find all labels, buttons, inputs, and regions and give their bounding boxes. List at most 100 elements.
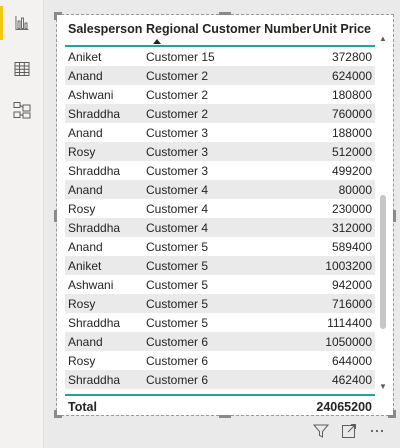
resize-handle[interactable] [393, 410, 396, 418]
cell-unit-price: 462400 [331, 373, 372, 387]
cell-salesperson: Aniket [68, 50, 102, 64]
cell-salesperson: Shraddha [68, 316, 121, 330]
resize-handle[interactable] [393, 210, 396, 222]
visual-options-bar [300, 420, 400, 442]
data-view-button[interactable] [0, 50, 44, 88]
cell-customer-number: Customer 5 [146, 297, 209, 311]
table-row: Ashwani Customer 2 180800 [65, 85, 375, 104]
cell-salesperson: Anand [68, 126, 103, 140]
cell-customer-number: Customer 15 [146, 50, 215, 64]
total-label: Total [68, 400, 97, 414]
cell-unit-price: 589400 [331, 240, 372, 254]
cell-unit-price: 180800 [331, 88, 372, 102]
scroll-down-icon[interactable]: ▼ [379, 383, 387, 391]
table-visual[interactable]: Salesperson Regional Customer Number Uni… [54, 12, 396, 418]
report-view-icon [15, 16, 29, 30]
table-row: Rosy Customer 6 644000 [65, 351, 375, 370]
cell-salesperson: Aniket [68, 259, 102, 273]
table-body: Aniket Customer 15 372800 Anand Customer 2 62… [65, 47, 375, 389]
filter-icon[interactable] [312, 420, 330, 442]
column-header-unit-price[interactable]: Unit Price [313, 22, 371, 36]
cell-customer-number: Customer 2 [146, 88, 209, 102]
resize-handle[interactable] [54, 210, 57, 222]
cell-customer-number: Customer 6 [146, 335, 209, 349]
cell-salesperson: Rosy [68, 202, 96, 216]
cell-customer-number: Customer 4 [146, 202, 209, 216]
more-options-icon[interactable] [368, 420, 386, 442]
column-header-regional-customer-number[interactable]: Regional Customer Number [146, 22, 311, 36]
cell-unit-price: 188000 [331, 126, 372, 140]
table-row: Shraddha Customer 4 312000 [65, 218, 375, 237]
table-row: Aniket Customer 15 372800 [65, 47, 375, 66]
table-row: Shraddha Customer 3 499200 [65, 161, 375, 180]
resize-handle[interactable] [54, 410, 57, 418]
table-row: Shraddha Customer 2 760000 [65, 104, 375, 123]
view-switcher-rail [0, 0, 44, 448]
cell-salesperson: Anand [68, 183, 103, 197]
cell-unit-price: 230000 [331, 202, 372, 216]
cell-customer-number: Customer 2 [146, 69, 209, 83]
focus-mode-icon[interactable] [340, 420, 358, 442]
table-row: Anand Customer 5 589400 [65, 237, 375, 256]
cell-salesperson: Anand [68, 240, 103, 254]
cell-customer-number: Customer 3 [146, 126, 209, 140]
cell-unit-price: 372800 [331, 50, 372, 64]
resize-handle[interactable] [54, 12, 57, 20]
cell-customer-number: Customer 2 [146, 107, 209, 121]
table-row: Shraddha Customer 5 1114400 [65, 313, 375, 332]
table-row: Rosy Customer 3 512000 [65, 142, 375, 161]
table-row: Aniket Customer 5 1003200 [65, 256, 375, 275]
table-header-row: Salesperson Regional Customer Number Uni… [65, 15, 375, 47]
table-row: Anand Customer 6 1050000 [65, 332, 375, 351]
cell-customer-number: Customer 4 [146, 183, 209, 197]
cell-salesperson: Rosy [68, 297, 96, 311]
cell-unit-price: 80000 [338, 183, 372, 197]
scrollbar-thumb[interactable] [380, 195, 386, 329]
cell-customer-number: Customer 4 [146, 221, 209, 235]
cell-unit-price: 624000 [331, 69, 372, 83]
cell-customer-number: Customer 6 [146, 373, 209, 387]
model-view-icon [13, 102, 31, 119]
data-view-icon [14, 62, 30, 76]
column-header-salesperson[interactable]: Salesperson [68, 22, 142, 36]
table-row: Anand Customer 2 624000 [65, 66, 375, 85]
cell-unit-price: 512000 [331, 145, 372, 159]
cell-unit-price: 312000 [331, 221, 372, 235]
table-row: Rosy Customer 4 230000 [65, 199, 375, 218]
cell-unit-price: 1003200 [325, 259, 372, 273]
table-row: Rosy Customer 5 716000 [65, 294, 375, 313]
report-view-button[interactable] [0, 4, 44, 42]
cell-unit-price: 942000 [331, 278, 372, 292]
cell-customer-number: Customer 6 [146, 354, 209, 368]
model-view-button[interactable] [0, 91, 44, 129]
cell-customer-number: Customer 3 [146, 145, 209, 159]
table-total-row: Total 24065200 [65, 394, 375, 416]
cell-salesperson: Rosy [68, 354, 96, 368]
cell-unit-price: 1050000 [325, 335, 372, 349]
cell-salesperson: Ashwani [68, 88, 114, 102]
cell-unit-price: 760000 [331, 107, 372, 121]
cell-unit-price: 1114400 [327, 316, 372, 330]
cell-salesperson: Anand [68, 69, 103, 83]
cell-customer-number: Customer 5 [146, 316, 209, 330]
cell-customer-number: Customer 5 [146, 278, 209, 292]
table-row: Ashwani Customer 5 942000 [65, 275, 375, 294]
cell-salesperson: Shraddha [68, 221, 121, 235]
vertical-scrollbar[interactable]: ▲ ▼ [379, 35, 387, 391]
table-row: Shraddha Customer 6 462400 [65, 370, 375, 389]
cell-salesperson: Ashwani [68, 278, 114, 292]
table-row: Anand Customer 4 80000 [65, 180, 375, 199]
cell-salesperson: Shraddha [68, 164, 121, 178]
cell-unit-price: 644000 [331, 354, 372, 368]
table-row: Anand Customer 3 188000 [65, 123, 375, 142]
sort-ascending-icon [153, 39, 161, 44]
cell-salesperson: Shraddha [68, 373, 121, 387]
scroll-up-icon[interactable]: ▲ [379, 35, 387, 43]
cell-customer-number: Customer 5 [146, 259, 209, 273]
cell-customer-number: Customer 3 [146, 164, 209, 178]
cell-salesperson: Shraddha [68, 107, 121, 121]
cell-unit-price: 499200 [331, 164, 372, 178]
total-value: 24065200 [316, 400, 372, 414]
cell-unit-price: 716000 [331, 297, 372, 311]
cell-customer-number: Customer 5 [146, 240, 209, 254]
